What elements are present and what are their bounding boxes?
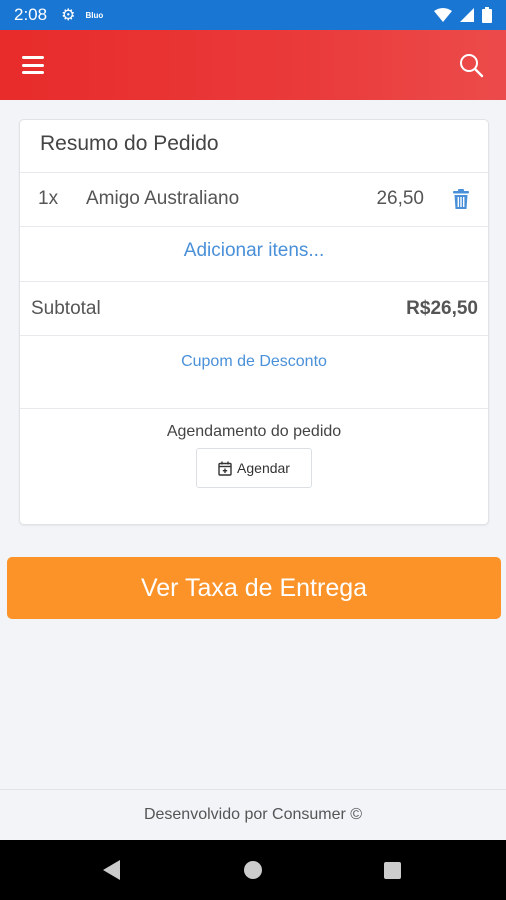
status-time: 2:08 — [14, 5, 48, 24]
order-item-row: 1x Amigo Australiano 26,50 — [20, 172, 488, 226]
search-icon[interactable] — [458, 52, 484, 78]
calendar-plus-icon — [218, 461, 232, 476]
footer-credit: Desenvolvido por Consumer © — [0, 789, 506, 840]
item-price: 26,50 — [376, 188, 424, 209]
status-bar: 2:08 ⚙ Bluo — [0, 0, 506, 30]
view-delivery-fee-button[interactable]: Ver Taxa de Entrega — [7, 557, 501, 619]
subtotal-row: Subtotal R$26,50 — [20, 292, 488, 332]
status-notification-label: Bluo — [85, 10, 104, 20]
divider — [20, 226, 488, 227]
app-bar — [0, 30, 506, 100]
schedule-button-label: Agendar — [237, 460, 290, 476]
divider — [20, 335, 488, 336]
subtotal-label: Subtotal — [31, 298, 101, 319]
discount-coupon-link[interactable]: Cupom de Desconto — [20, 353, 488, 371]
add-items-link[interactable]: Adicionar itens... — [20, 240, 488, 262]
schedule-button[interactable]: Agendar — [196, 448, 312, 488]
battery-icon — [482, 7, 492, 23]
item-quantity: 1x — [38, 188, 59, 209]
order-summary-card: Resumo do Pedido 1x Amigo Australiano 26… — [19, 119, 489, 525]
system-nav-bar — [0, 840, 506, 900]
back-icon[interactable] — [103, 860, 121, 880]
wifi-icon — [434, 8, 452, 22]
status-icons — [434, 7, 492, 23]
item-name: Amigo Australiano — [86, 188, 240, 209]
subtotal-value: R$26,50 — [406, 298, 478, 319]
divider — [20, 281, 488, 282]
cell-signal-icon — [460, 8, 474, 22]
schedule-title: Agendamento do pedido — [166, 423, 342, 440]
card-title: Resumo do Pedido — [40, 132, 219, 155]
home-icon[interactable] — [244, 861, 262, 879]
trash-icon[interactable] — [450, 188, 472, 210]
divider — [20, 408, 488, 409]
settings-gear-icon: ⚙ — [61, 7, 76, 24]
hamburger-menu-icon[interactable] — [22, 56, 44, 74]
recent-apps-icon[interactable] — [384, 862, 401, 879]
